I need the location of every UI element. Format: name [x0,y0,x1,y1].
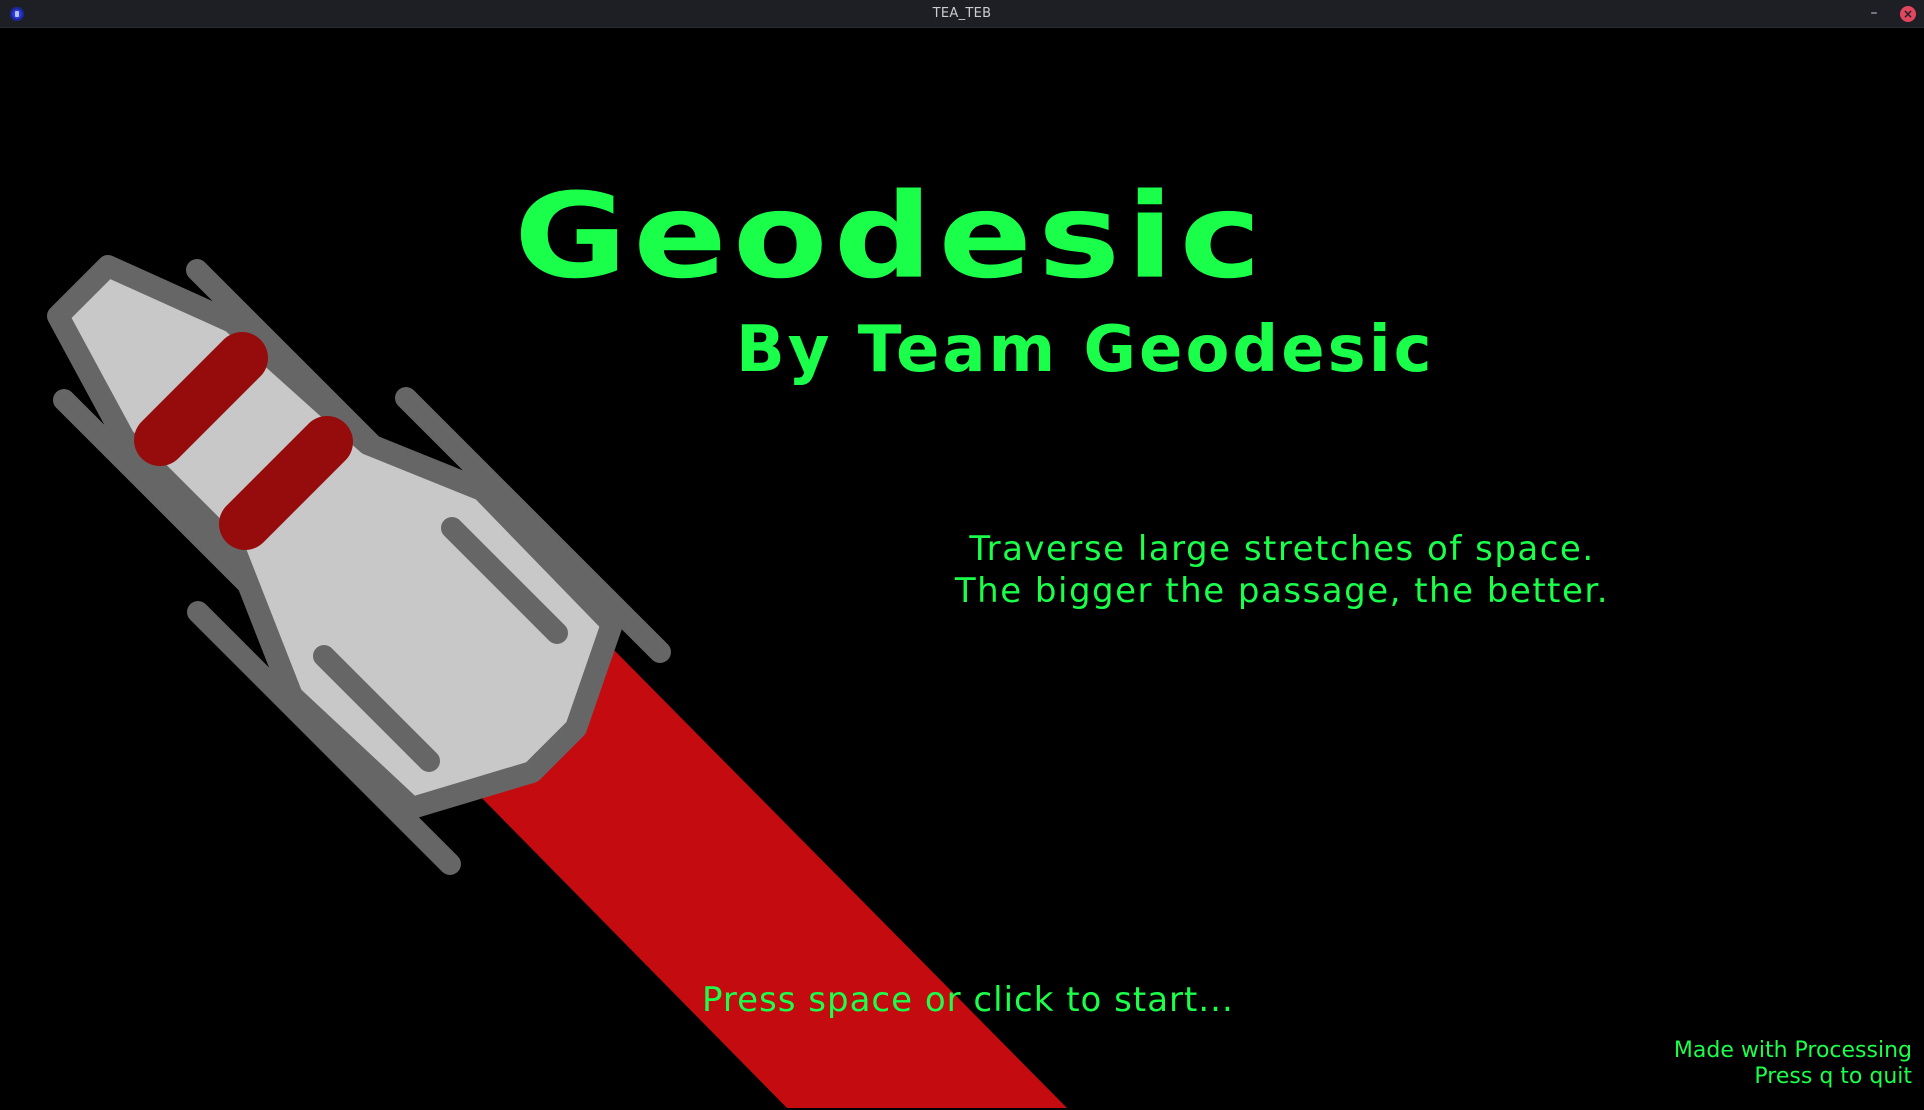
game-subtitle: By Team Geodesic [736,313,1435,387]
game-window: TEA_TEB – × Geodesic By Team Geodesic Tr… [0,0,1924,1110]
minimize-button[interactable]: – [1864,4,1884,24]
credits: Made with Processing Press q to quit [1674,1038,1912,1090]
start-prompt[interactable]: Press space or click to start... [702,980,1234,1020]
close-button[interactable]: × [1900,6,1916,22]
tagline-line-2: The bigger the passage, the better. [954,571,1610,611]
credits-quit-hint: Press q to quit [1754,1064,1912,1089]
ship-hull [47,255,623,819]
game-canvas[interactable]: Geodesic By Team Geodesic Traverse large… [2,28,1922,1108]
tagline: Traverse large stretches of space. The b… [882,528,1682,612]
game-title: Geodesic [514,167,1268,305]
window-title: TEA_TEB [932,6,992,21]
window-titlebar[interactable]: TEA_TEB – × [0,0,1924,28]
credits-made-with: Made with Processing [1673,1038,1912,1063]
tagline-line-1: Traverse large stretches of space. [969,529,1595,569]
